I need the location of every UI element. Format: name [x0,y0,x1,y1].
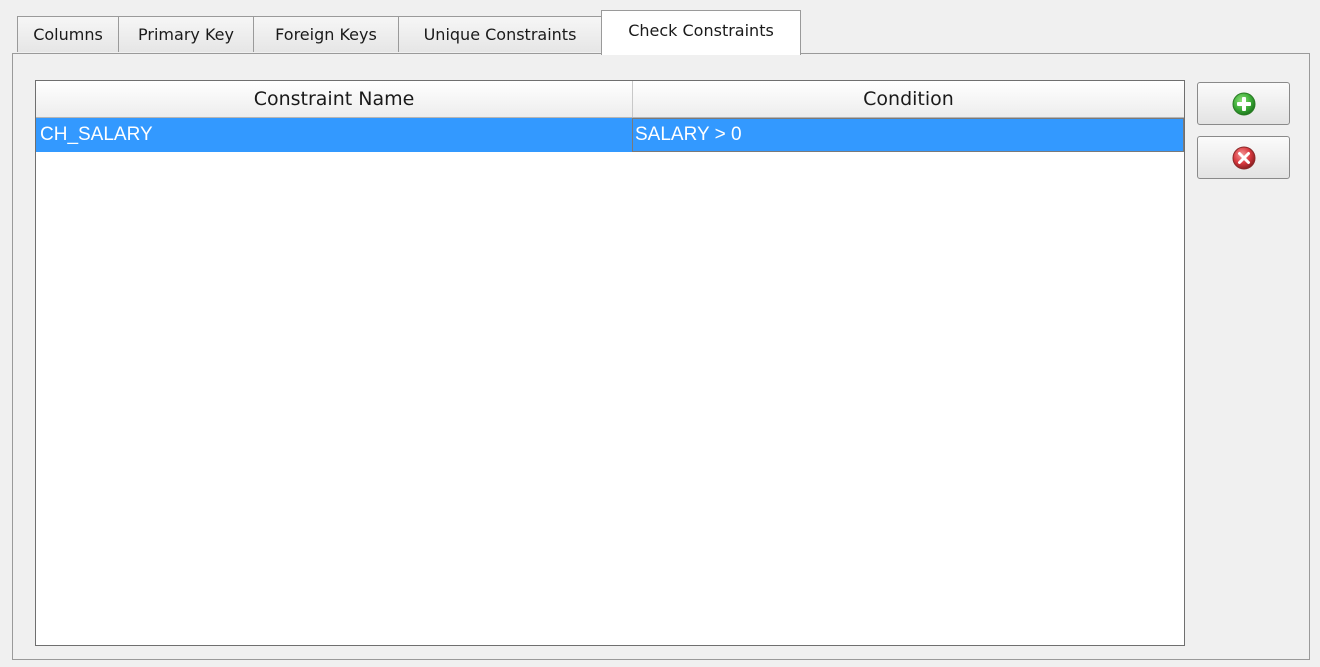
table-row[interactable]: CH_SALARY SALARY > 0 [36,118,1184,152]
constraints-table: Constraint Name Condition CH_SALARY SALA… [35,80,1185,646]
check-constraints-editor: Columns Primary Key Foreign Keys Unique … [0,0,1320,667]
cell-condition[interactable]: SALARY > 0 [632,118,1184,152]
tab-check-constraints[interactable]: Check Constraints [601,10,801,55]
tab-panel-check-constraints: Constraint Name Condition CH_SALARY SALA… [12,53,1310,660]
delete-constraint-button[interactable] [1197,136,1290,179]
add-icon [1232,92,1255,115]
add-constraint-button[interactable] [1197,82,1290,125]
cell-constraint-name[interactable]: CH_SALARY [36,118,632,152]
column-header-constraint-name[interactable]: Constraint Name [36,81,633,117]
tab-columns[interactable]: Columns [17,16,119,52]
column-header-condition[interactable]: Condition [633,81,1184,117]
tab-foreign-keys[interactable]: Foreign Keys [253,16,399,52]
table-header: Constraint Name Condition [36,81,1184,118]
tab-primary-key[interactable]: Primary Key [118,16,254,52]
tab-unique-constraints[interactable]: Unique Constraints [398,16,602,52]
delete-icon [1232,146,1255,169]
